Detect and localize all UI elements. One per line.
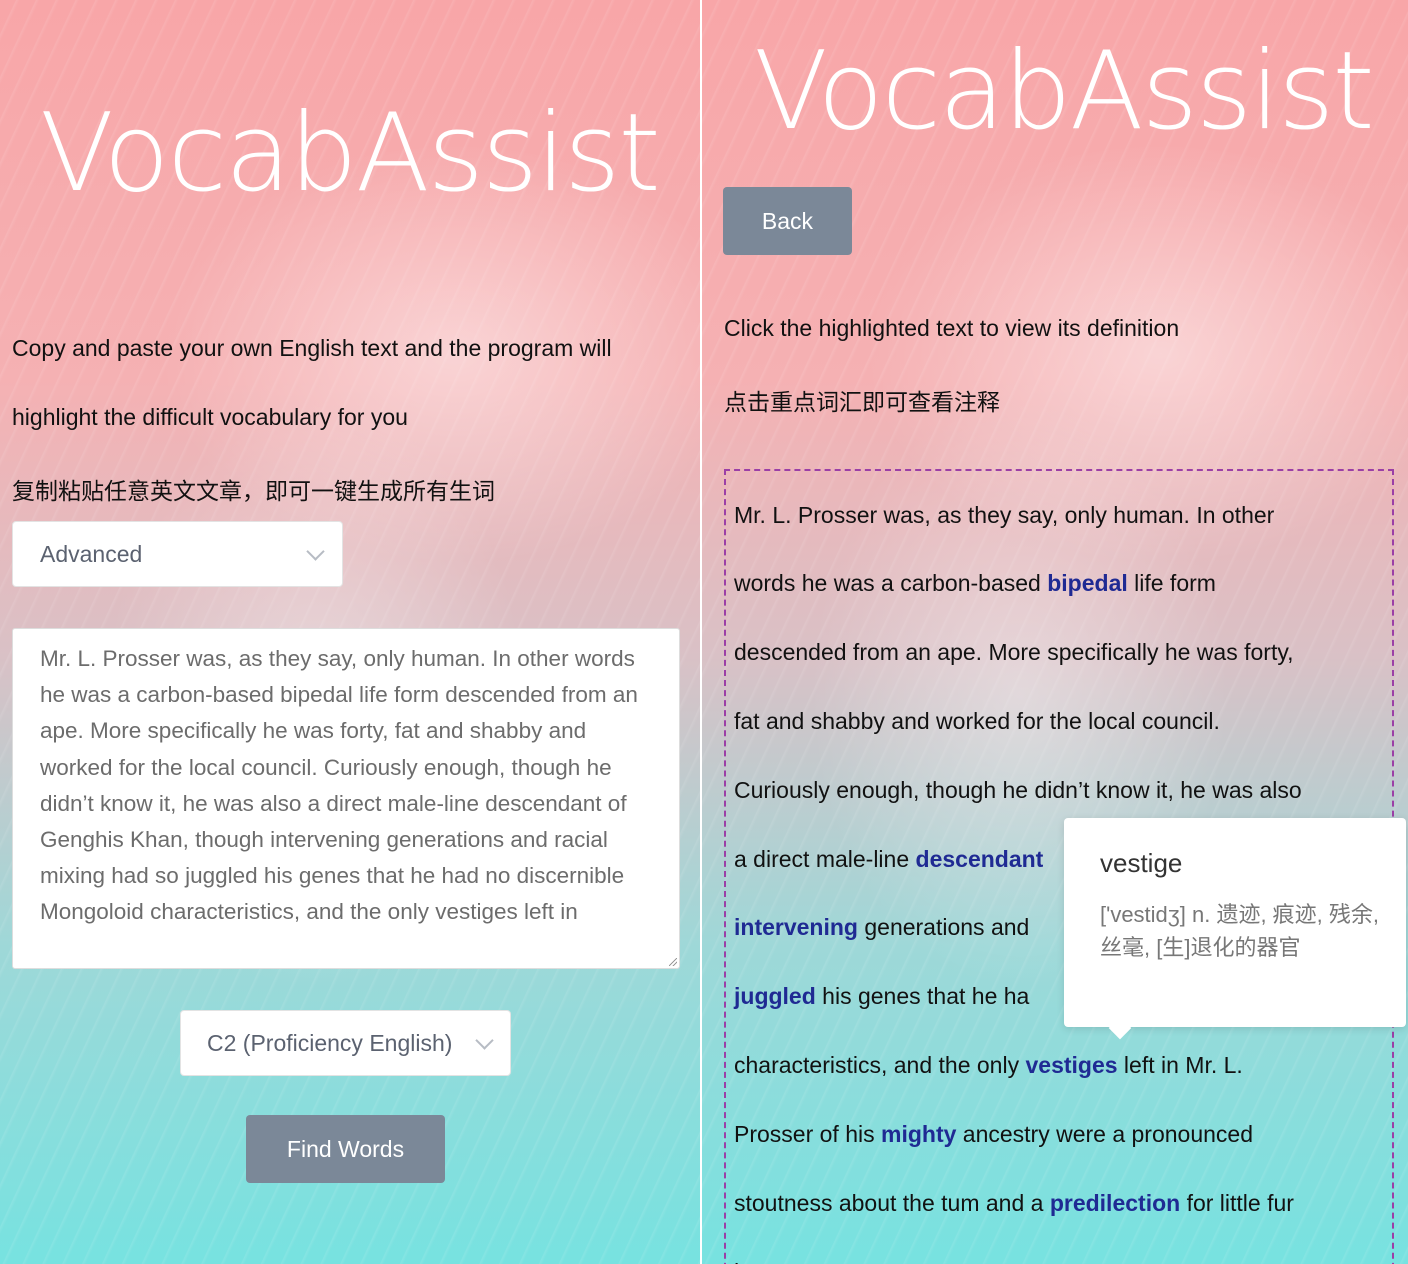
text-segment: Curiously enough, though he didn’t know … xyxy=(734,777,1302,803)
highlighted-word[interactable]: descendant xyxy=(916,846,1044,872)
reading-line: a direct male-line descendant xyxy=(734,846,1043,873)
text-segment: hats. xyxy=(734,1259,784,1264)
highlighted-word[interactable]: mighty xyxy=(881,1121,956,1147)
level-select-value: Advanced xyxy=(40,540,143,567)
reading-line: words he was a carbon-based bipedal life… xyxy=(734,570,1216,597)
text-segment: a direct male-line xyxy=(734,846,916,872)
reading-line: Mr. L. Prosser was, as they say, only hu… xyxy=(734,502,1274,529)
text-segment: characteristics, and the only xyxy=(734,1052,1026,1078)
reading-line: intervening generations and xyxy=(734,914,1029,941)
text-input[interactable]: Mr. L. Prosser was, as they say, only hu… xyxy=(12,628,680,969)
text-segment: fat and shabby and worked for the local … xyxy=(734,708,1220,734)
text-segment: Prosser of his xyxy=(734,1121,881,1147)
text-segment: descended from an ape. More specifically… xyxy=(734,639,1294,665)
text-input-content: Mr. L. Prosser was, as they say, only hu… xyxy=(40,646,638,925)
popover-definition: ['vestidʒ] n. 遗迹, 痕迹, 残余, 丝毫, [生]退化的器官 xyxy=(1100,902,1380,960)
highlighted-word[interactable]: intervening xyxy=(734,914,858,940)
instruction-text: Click the highlighted text to view its d… xyxy=(724,315,1180,341)
reading-line: fat and shabby and worked for the local … xyxy=(734,708,1220,735)
text-segment: left in Mr. L. xyxy=(1117,1052,1243,1078)
intro-text-line-1: Copy and paste your own English text and… xyxy=(12,335,612,361)
exam-level-select[interactable]: C2 (Proficiency English) xyxy=(180,1010,511,1076)
instruction-text-chinese: 点击重点词汇即可查看注释 xyxy=(724,389,1000,415)
app-title: VocabAssist xyxy=(754,29,1375,154)
text-segment: generations and xyxy=(857,914,1030,940)
intro-text-chinese: 复制粘贴任意英文文章，即可一键生成所有生词 xyxy=(12,478,495,504)
reading-line: juggled his genes that he ha xyxy=(734,983,1029,1010)
text-segment: for little fur xyxy=(1180,1190,1294,1216)
definition-popover: vestige ['vestidʒ] n. 遗迹, 痕迹, 残余, 丝毫, [生… xyxy=(1064,818,1406,1040)
reading-line: characteristics, and the only vestiges l… xyxy=(734,1052,1243,1079)
back-button[interactable]: Back xyxy=(723,187,852,255)
reading-line: stoutness about the tum and a predilecti… xyxy=(734,1190,1294,1217)
reading-line: descended from an ape. More specifically… xyxy=(734,639,1294,666)
chevron-down-icon xyxy=(475,1031,494,1050)
intro-text-line-2: highlight the difficult vocabulary for y… xyxy=(12,404,408,430)
text-segment: his genes that he ha xyxy=(815,983,1030,1009)
popover-word: vestige xyxy=(1100,848,1183,878)
highlighted-word[interactable]: bipedal xyxy=(1047,570,1128,596)
chevron-down-icon xyxy=(306,542,325,561)
results-screen: VocabAssist Back Click the highlighted t… xyxy=(702,0,1408,1264)
text-segment: ancestry were a pronounced xyxy=(956,1121,1254,1147)
text-segment: Mr. L. Prosser was, as they say, only hu… xyxy=(734,502,1275,528)
highlighted-word[interactable]: predilection xyxy=(1050,1190,1180,1216)
reading-line: hats. xyxy=(734,1259,784,1264)
highlighted-word[interactable]: juggled xyxy=(734,983,816,1009)
level-select[interactable]: Advanced xyxy=(12,521,343,587)
resize-handle-icon[interactable] xyxy=(669,958,677,966)
reading-line: Prosser of his mighty ancestry were a pr… xyxy=(734,1121,1253,1148)
exam-level-select-value: C2 (Proficiency English) xyxy=(207,1029,453,1056)
text-segment: words he was a carbon-based xyxy=(734,570,1048,596)
text-segment: stoutness about the tum and a xyxy=(734,1190,1050,1216)
find-words-button[interactable]: Find Words xyxy=(246,1115,445,1183)
reading-line: Curiously enough, though he didn’t know … xyxy=(734,777,1302,804)
text-segment: life form xyxy=(1127,570,1216,596)
app-title: VocabAssist xyxy=(40,91,661,216)
input-screen: VocabAssist Copy and paste your own Engl… xyxy=(0,0,700,1264)
highlighted-word[interactable]: vestiges xyxy=(1025,1052,1117,1078)
